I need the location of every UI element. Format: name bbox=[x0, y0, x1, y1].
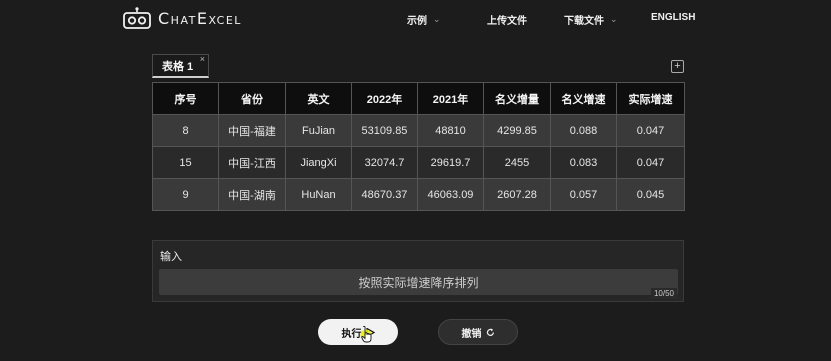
nav-download[interactable]: 下载文件 ⌄ bbox=[564, 12, 618, 27]
refresh-icon bbox=[486, 328, 494, 336]
table-cell[interactable]: 4299.85 bbox=[483, 114, 551, 147]
input-panel: 输入 按照实际增速降序排列 10/50 bbox=[152, 240, 684, 302]
table-cell[interactable]: 48810 bbox=[417, 114, 484, 147]
table-cell[interactable]: 0.045 bbox=[616, 178, 685, 211]
table-cell[interactable]: 中国-湖南 bbox=[218, 178, 286, 211]
execute-button-label: 执行 bbox=[341, 328, 362, 340]
tab-sheet-1[interactable]: 表格 1 × bbox=[152, 54, 209, 78]
column-header[interactable]: 名义增量 bbox=[483, 82, 551, 115]
table-cell[interactable]: 48670.37 bbox=[351, 178, 418, 211]
robot-icon bbox=[123, 7, 151, 29]
table-cell[interactable]: 32074.7 bbox=[351, 146, 418, 179]
command-input[interactable]: 按照实际增速降序排列 bbox=[159, 269, 678, 295]
table-cell[interactable]: 53109.85 bbox=[351, 114, 418, 147]
chevron-down-icon: ⌄ bbox=[610, 14, 618, 24]
table-cell[interactable]: 中国-江西 bbox=[218, 146, 286, 179]
table-cell[interactable]: 8 bbox=[152, 114, 219, 147]
char-counter: 10/50 bbox=[650, 288, 677, 299]
table-cell[interactable]: HuNan bbox=[285, 178, 352, 211]
column-header[interactable]: 2021年 bbox=[417, 82, 484, 115]
column-header[interactable]: 2022年 bbox=[351, 82, 418, 115]
logo[interactable]: ChatExcel bbox=[122, 5, 242, 31]
undo-button-label: 撤销 bbox=[461, 328, 482, 340]
table-row: 9 中国-湖南 HuNan 48670.37 46063.09 2607.28 … bbox=[152, 178, 685, 211]
table-cell[interactable]: 0.047 bbox=[616, 114, 685, 147]
column-header[interactable]: 实际增速 bbox=[616, 82, 685, 115]
data-table: 序号 省份 英文 2022年 2021年 名义增量 名义增速 实际增速 8 中国… bbox=[152, 82, 685, 211]
nav-download-label: 下载文件 bbox=[564, 16, 604, 27]
table-cell[interactable]: 9 bbox=[152, 178, 219, 211]
table-cell[interactable]: JiangXi bbox=[285, 146, 352, 179]
add-sheet-button[interactable]: + bbox=[671, 60, 684, 73]
nav-examples-label: 示例 bbox=[407, 16, 427, 27]
table-cell[interactable]: 0.057 bbox=[550, 178, 617, 211]
table-cell[interactable]: 2455 bbox=[483, 146, 551, 179]
table-row: 8 中国-福建 FuJian 53109.85 48810 4299.85 0.… bbox=[152, 114, 685, 147]
logo-text: ChatExcel bbox=[158, 8, 242, 28]
undo-button[interactable]: 撤销 bbox=[438, 319, 518, 345]
column-header[interactable]: 名义增速 bbox=[550, 82, 617, 115]
close-icon[interactable]: × bbox=[200, 54, 205, 64]
table-cell[interactable]: 2607.28 bbox=[483, 178, 551, 211]
nav-examples[interactable]: 示例 ⌄ bbox=[407, 12, 441, 27]
column-header[interactable]: 英文 bbox=[285, 82, 352, 115]
table-cell[interactable]: FuJian bbox=[285, 114, 352, 147]
input-label: 输入 bbox=[160, 251, 182, 263]
chevron-down-icon: ⌄ bbox=[433, 14, 441, 24]
table-cell[interactable]: 15 bbox=[152, 146, 219, 179]
table-cell[interactable]: 46063.09 bbox=[417, 178, 484, 211]
table-header-row: 序号 省份 英文 2022年 2021年 名义增量 名义增速 实际增速 bbox=[152, 82, 685, 115]
tab-sheet-label: 表格 1 bbox=[162, 60, 194, 73]
table-cell[interactable]: 0.083 bbox=[550, 146, 617, 179]
nav-language-label: ENGLISH bbox=[651, 12, 696, 23]
table-cell[interactable]: 0.047 bbox=[616, 146, 685, 179]
execute-button[interactable]: 执行 bbox=[318, 319, 398, 345]
nav-upload[interactable]: 上传文件 bbox=[487, 12, 527, 27]
nav-language[interactable]: ENGLISH bbox=[651, 12, 695, 23]
table-cell[interactable]: 29619.7 bbox=[417, 146, 484, 179]
table-cell[interactable]: 0.088 bbox=[550, 114, 617, 147]
column-header[interactable]: 省份 bbox=[218, 82, 286, 115]
table-row: 15 中国-江西 JiangXi 32074.7 29619.7 2455 0.… bbox=[152, 146, 685, 179]
mouse-cursor-icon bbox=[360, 326, 372, 343]
column-header[interactable]: 序号 bbox=[152, 82, 219, 115]
top-navbar: ChatExcel 示例 ⌄ 上传文件 下载文件 ⌄ ENGLISH bbox=[0, 0, 831, 38]
table-cell[interactable]: 中国-福建 bbox=[218, 114, 286, 147]
nav-upload-label: 上传文件 bbox=[487, 16, 527, 27]
